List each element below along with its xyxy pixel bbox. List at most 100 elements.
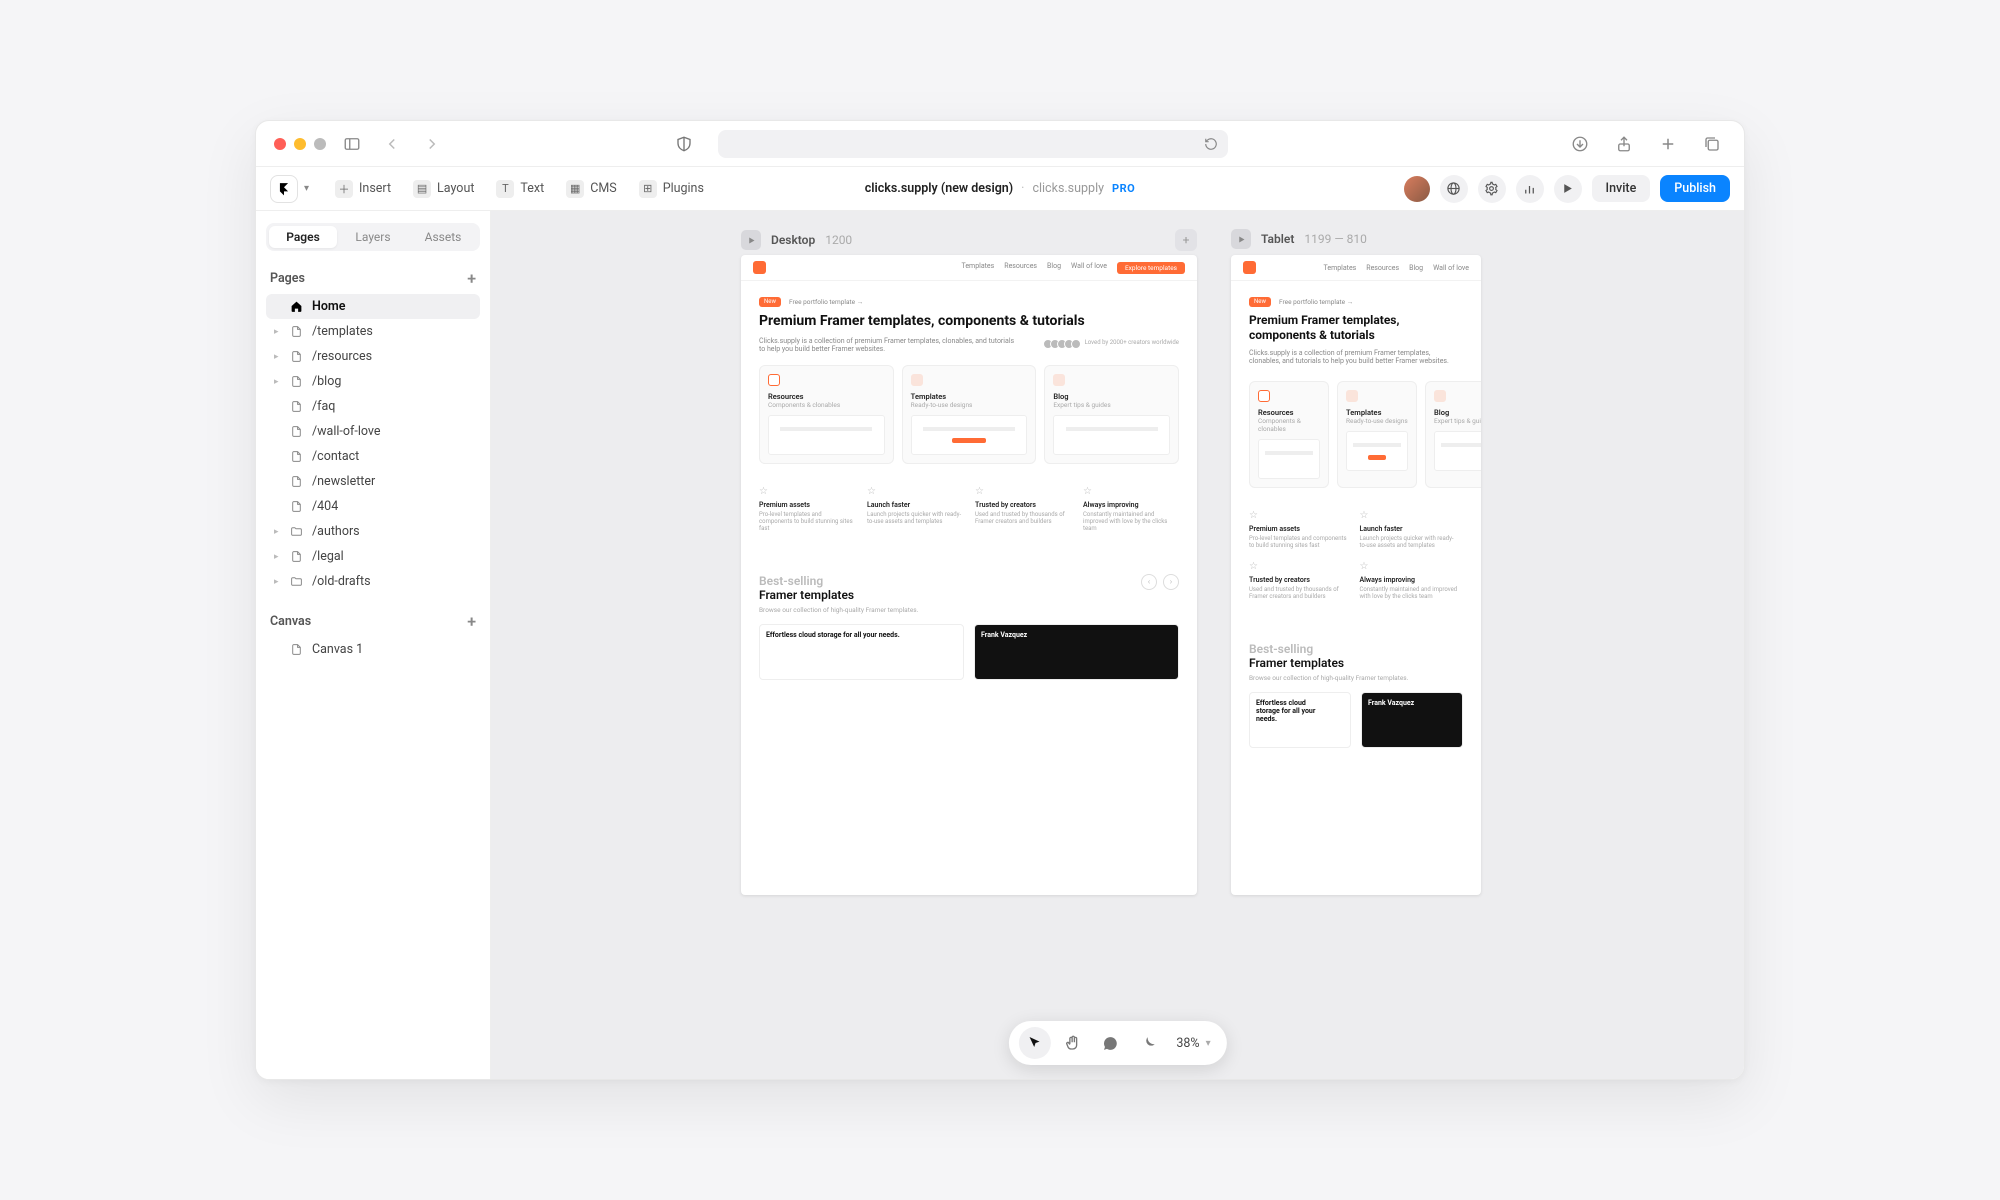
canvas-section-header: Canvas + [270, 612, 476, 631]
theme-toggle-button[interactable] [1132, 1027, 1164, 1059]
page-item-walloflove[interactable]: /wall-of-love [266, 419, 480, 444]
reload-icon[interactable] [1204, 137, 1218, 151]
page-item-404[interactable]: /404 [266, 494, 480, 519]
design-canvas[interactable]: Desktop 1200 + Tablet 1199 — 810 Templat… [491, 211, 1744, 1079]
nav-back-button[interactable] [378, 130, 406, 158]
frame-desktop[interactable]: TemplatesResourcesBlogWall of love Explo… [741, 255, 1197, 895]
plugins-button[interactable]: ⊞ Plugins [631, 176, 712, 202]
zoom-dropdown[interactable]: 38% ▾ [1170, 1036, 1216, 1051]
page-item-legal[interactable]: ▸/legal [266, 544, 480, 569]
page-item-label: Home [312, 299, 346, 314]
file-icon [290, 375, 304, 388]
text-label: Text [520, 181, 544, 196]
new-tab-icon[interactable] [1654, 130, 1682, 158]
page-item-authors[interactable]: ▸/authors [266, 519, 480, 544]
downloads-icon[interactable] [1566, 130, 1594, 158]
insert-icon: ＋ [335, 180, 353, 198]
caret-icon[interactable]: ▸ [274, 527, 282, 537]
text-button[interactable]: T Text [488, 176, 552, 202]
page-item-resources[interactable]: ▸ /resources [266, 344, 480, 369]
preview-play-button[interactable] [1554, 175, 1582, 203]
page-item-newsletter[interactable]: /newsletter [266, 469, 480, 494]
cms-button[interactable]: ▦ CMS [558, 176, 624, 202]
breadcrumb-site[interactable]: clicks.supply [1032, 181, 1104, 196]
tab-assets[interactable]: Assets [409, 226, 477, 248]
file-icon [290, 450, 304, 463]
cursor-tool-button[interactable] [1018, 1027, 1050, 1059]
page-item-contact[interactable]: /contact [266, 444, 480, 469]
caret-icon[interactable]: ▸ [274, 327, 282, 337]
add-breakpoint-button[interactable]: + [1175, 229, 1197, 251]
layout-button[interactable]: ▤ Layout [405, 176, 482, 202]
analytics-button[interactable] [1516, 175, 1544, 203]
hand-tool-button[interactable] [1056, 1027, 1088, 1059]
frame-name[interactable]: Tablet [1261, 232, 1294, 246]
canvas-item[interactable]: Canvas 1 [266, 637, 480, 662]
page-item-label: /wall-of-love [312, 424, 381, 439]
insert-label: Insert [359, 181, 391, 196]
caret-icon[interactable]: ▸ [274, 377, 282, 387]
page-item-templates[interactable]: ▸ /templates [266, 319, 480, 344]
insert-button[interactable]: ＋ Insert [327, 176, 399, 202]
frame-play-icon[interactable] [741, 230, 761, 250]
caret-icon[interactable]: ▸ [274, 352, 282, 362]
page-item-label: /blog [312, 374, 341, 389]
framer-logo[interactable] [270, 175, 298, 203]
page-item-label: /templates [312, 324, 373, 339]
caret-icon[interactable]: ▸ [274, 552, 282, 562]
frame-tablet[interactable]: TemplatesResourcesBlogWall of love NewFr… [1231, 255, 1481, 895]
page-item-label: /resources [312, 349, 372, 364]
sidebar: Pages Layers Assets Pages + Home ▸ /templa… [256, 211, 491, 1079]
file-icon [290, 475, 304, 488]
sidebar-tabs: Pages Layers Assets [266, 223, 480, 251]
breadcrumb-project[interactable]: clicks.supply (new design) [865, 181, 1013, 196]
tab-pages[interactable]: Pages [269, 226, 337, 248]
settings-button[interactable] [1478, 175, 1506, 203]
address-bar[interactable] [718, 130, 1228, 158]
privacy-shield-icon[interactable] [670, 130, 698, 158]
file-icon [290, 425, 304, 438]
close-window-button[interactable] [274, 138, 286, 150]
frame-play-icon[interactable] [1231, 229, 1251, 249]
browser-window: ▾ ＋ Insert ▤ Layout T Text ▦ CMS ⊞ Plugi… [255, 120, 1745, 1080]
sidebar-toggle-icon[interactable] [338, 130, 366, 158]
cms-label: CMS [590, 181, 616, 196]
user-avatar[interactable] [1404, 176, 1430, 202]
minimize-window-button[interactable] [294, 138, 306, 150]
add-page-button[interactable]: + [467, 269, 476, 288]
publish-button[interactable]: Publish [1660, 175, 1730, 202]
file-icon [290, 350, 304, 363]
canvas-item-label: Canvas 1 [312, 642, 363, 657]
canvas-tree: Canvas 1 [266, 637, 480, 662]
page-item-label: /404 [312, 499, 338, 514]
page-item-label: /old-drafts [312, 574, 371, 589]
invite-button[interactable]: Invite [1592, 175, 1651, 202]
tab-layers[interactable]: Layers [339, 226, 407, 248]
chrome-right-actions [1566, 130, 1726, 158]
page-item-home[interactable]: Home [266, 294, 480, 319]
browser-chrome [256, 121, 1744, 167]
traffic-lights [274, 138, 326, 150]
zoom-value: 38% [1176, 1036, 1199, 1051]
comment-tool-button[interactable] [1094, 1027, 1126, 1059]
toolbar-right: Invite Publish [1404, 175, 1730, 203]
plugins-icon: ⊞ [639, 180, 657, 198]
pages-header-label: Pages [270, 271, 305, 286]
share-icon[interactable] [1610, 130, 1638, 158]
breadcrumb: clicks.supply (new design) · clicks.supp… [865, 181, 1136, 196]
globe-button[interactable] [1440, 175, 1468, 203]
frame-name[interactable]: Desktop [771, 233, 815, 247]
tabs-overview-icon[interactable] [1698, 130, 1726, 158]
layout-label: Layout [437, 181, 474, 196]
chevron-down-icon: ▾ [1206, 1038, 1211, 1049]
maximize-window-button[interactable] [314, 138, 326, 150]
page-item-blog[interactable]: ▸ /blog [266, 369, 480, 394]
project-menu-chevron-icon[interactable]: ▾ [304, 183, 309, 194]
page-item-olddrafts[interactable]: ▸ /old-drafts [266, 569, 480, 594]
app-toolbar: ▾ ＋ Insert ▤ Layout T Text ▦ CMS ⊞ Plugi… [256, 167, 1744, 211]
page-item-faq[interactable]: /faq [266, 394, 480, 419]
add-canvas-button[interactable]: + [467, 612, 476, 631]
app-body: Pages Layers Assets Pages + Home ▸ /templa… [256, 211, 1744, 1079]
caret-icon[interactable]: ▸ [274, 577, 282, 587]
nav-forward-button[interactable] [418, 130, 446, 158]
